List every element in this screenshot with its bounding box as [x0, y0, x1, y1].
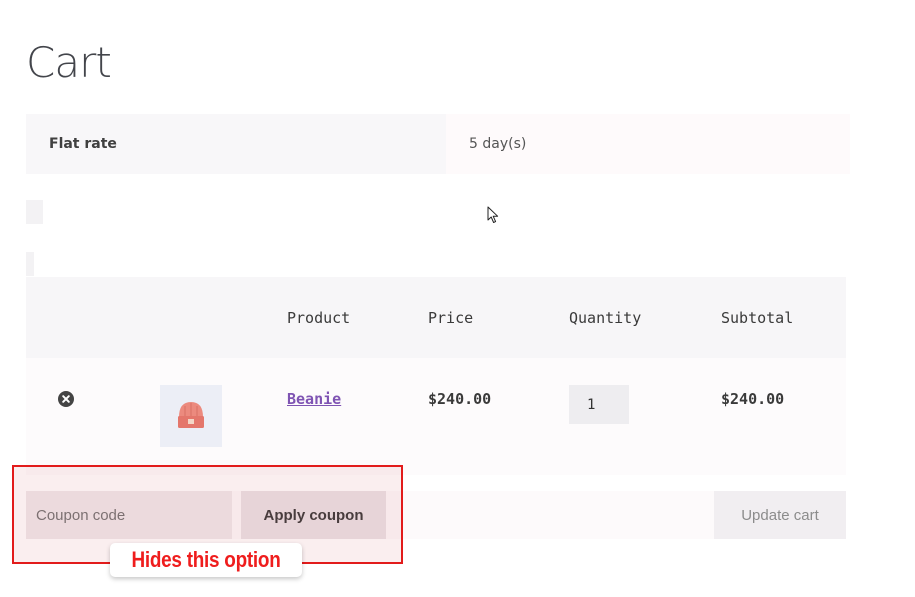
update-cart-button[interactable]: Update cart: [714, 491, 846, 539]
table-row: [26, 358, 846, 475]
empty-block: [26, 200, 43, 224]
column-header-product: Product: [287, 309, 351, 327]
column-header-quantity: Quantity: [569, 309, 642, 327]
product-thumbnail[interactable]: [160, 385, 222, 447]
empty-block: [26, 252, 34, 276]
page-title: Cart: [26, 38, 112, 87]
beanie-hat-icon: [178, 402, 204, 428]
shipping-delivery-time: 5 day(s): [469, 136, 527, 152]
quantity-input[interactable]: [569, 385, 629, 424]
remove-item-icon[interactable]: [58, 391, 74, 407]
column-header-subtotal: Subtotal: [721, 309, 794, 327]
annotation-label: Hides this option: [131, 547, 281, 572]
shipping-method-name: Flat rate: [49, 136, 117, 152]
product-link-beanie[interactable]: Beanie: [287, 390, 341, 408]
mouse-pointer-icon: [487, 206, 499, 223]
product-subtotal: $240.00: [721, 390, 785, 408]
column-header-price: Price: [428, 309, 474, 327]
product-price: $240.00: [428, 390, 492, 408]
